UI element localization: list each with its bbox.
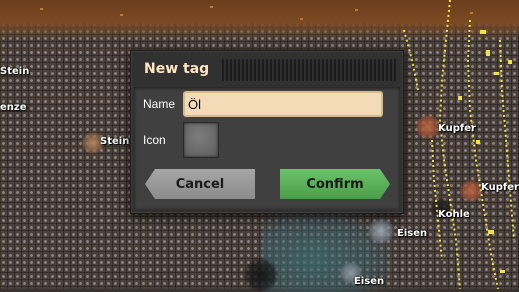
map-label: Kupfer xyxy=(438,123,476,134)
cancel-button[interactable]: Cancel xyxy=(145,169,255,199)
map-label: Stein xyxy=(100,136,130,147)
confirm-button[interactable]: Confirm xyxy=(280,169,390,199)
dialog-drag-handle[interactable] xyxy=(222,59,396,81)
dialog-content: Name Icon Cancel Confirm xyxy=(134,87,400,209)
icon-label: Icon xyxy=(143,133,166,147)
map-label: Eisen xyxy=(354,276,385,287)
dialog-title: New tag xyxy=(144,61,210,77)
icon-selector-button[interactable] xyxy=(183,122,219,158)
name-input[interactable] xyxy=(183,91,383,117)
name-label: Name xyxy=(143,97,176,111)
map-label: Kohle xyxy=(438,209,470,220)
map-label: Kupfer xyxy=(481,182,519,193)
new-tag-dialog: New tag Name Icon Cancel Confirm xyxy=(130,50,404,214)
map-label: Stein xyxy=(0,66,30,77)
map-label: Eisen xyxy=(397,228,428,239)
map-label: enze xyxy=(0,102,27,113)
